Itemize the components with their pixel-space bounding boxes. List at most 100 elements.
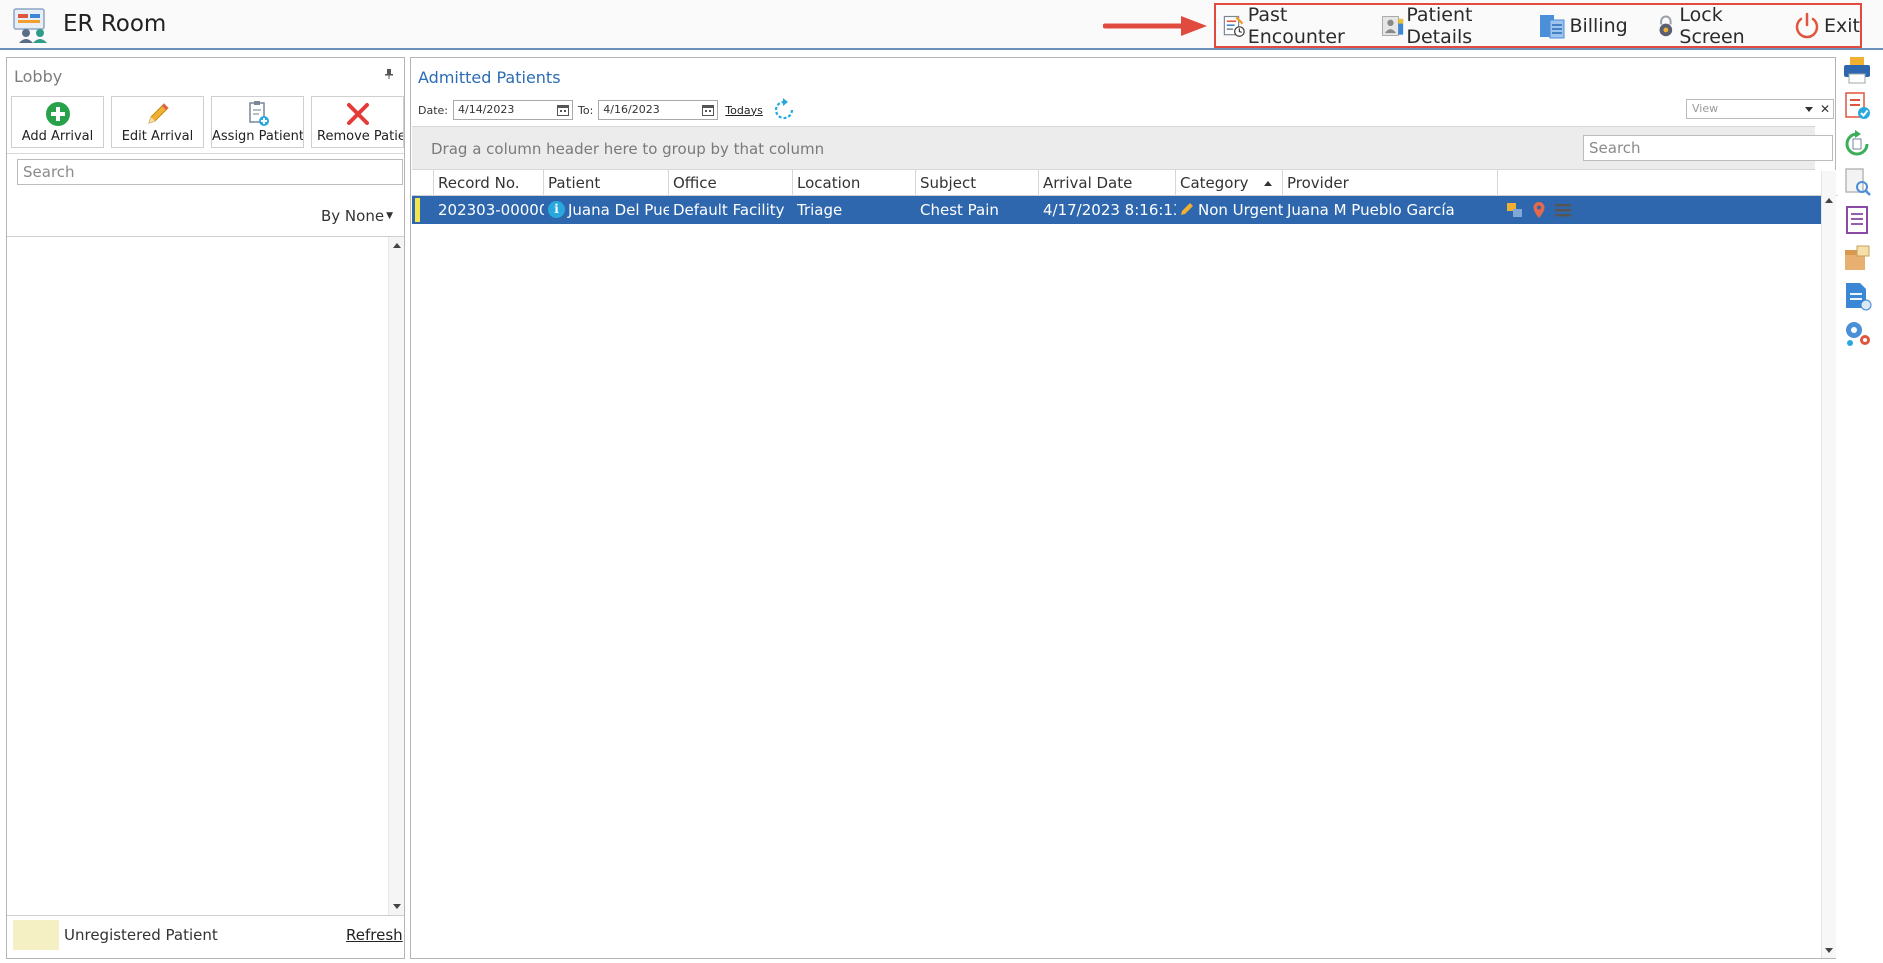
- lock-screen-label: Lock Screen: [1679, 3, 1745, 48]
- billing-label: Billing: [1569, 14, 1628, 37]
- calendar-icon[interactable]: [557, 104, 569, 116]
- history-button[interactable]: [1841, 128, 1877, 162]
- lobby-title: Lobby: [14, 67, 63, 86]
- row-actions: [1506, 200, 1578, 220]
- menu-icon[interactable]: [1554, 201, 1572, 219]
- cell-category: Non Urgent: [1176, 196, 1283, 224]
- remove-icon: [347, 103, 369, 125]
- clear-icon[interactable]: ✕: [1820, 100, 1830, 118]
- lobby-list[interactable]: [7, 236, 404, 916]
- lobby-search-input[interactable]: [17, 159, 403, 185]
- date-label: Date:: [418, 103, 448, 117]
- checklist-button[interactable]: [1841, 90, 1877, 124]
- scroll-up-icon[interactable]: [393, 243, 401, 248]
- notes-button[interactable]: [1841, 204, 1877, 238]
- refresh-icon[interactable]: [771, 97, 797, 123]
- group-hint: Drag a column header here to group by th…: [431, 140, 825, 158]
- exit-label: Exit: [1824, 14, 1860, 37]
- column-header-category[interactable]: Category: [1176, 170, 1283, 196]
- document-icon: [1846, 283, 1872, 311]
- row-status-marker: [415, 198, 420, 222]
- lock-icon: [1659, 15, 1672, 36]
- transfer-icon[interactable]: [1506, 201, 1524, 219]
- lobby-scrollbar[interactable]: [388, 237, 404, 915]
- past-encounter-label: Past Encounter: [1247, 3, 1345, 48]
- column-header-patient[interactable]: Patient: [544, 170, 669, 196]
- edit-arrival-label: Edit Arrival: [121, 129, 194, 144]
- exit-button[interactable]: Exit: [1792, 6, 1860, 46]
- calendar-icon[interactable]: [702, 104, 715, 116]
- settings-icon: [1846, 322, 1870, 346]
- lobby-panel: Lobby Add Arrival Edit Arrival Assign Pa…: [6, 57, 405, 959]
- document-search-icon: [1845, 168, 1871, 196]
- grid-search-input[interactable]: [1583, 135, 1833, 161]
- patient-details-label: Patient Details: [1406, 3, 1473, 48]
- power-icon: [1795, 12, 1819, 38]
- document-search-button[interactable]: [1841, 166, 1877, 200]
- lobby-toolbar: Add Arrival Edit Arrival Assign Patient …: [11, 96, 411, 148]
- print-button[interactable]: [1841, 54, 1877, 88]
- billing-icon: [1540, 14, 1565, 38]
- group-by-dropdown[interactable]: By None ▼: [321, 207, 393, 225]
- remove-patient-label: Remove Patient: [317, 129, 403, 144]
- info-icon[interactable]: i: [548, 200, 565, 218]
- chevron-down-icon: ▼: [386, 211, 393, 221]
- location-pin-icon[interactable]: [1530, 201, 1548, 219]
- past-encounter-button[interactable]: Past Encounter: [1222, 3, 1361, 48]
- grid-scrollbar[interactable]: [1821, 171, 1836, 958]
- patient-details-button[interactable]: Patient Details: [1381, 3, 1516, 48]
- pencil-icon: [148, 103, 169, 124]
- pin-icon[interactable]: [384, 69, 394, 79]
- refresh-link[interactable]: Refresh: [346, 926, 403, 944]
- column-header-category-label: Category: [1180, 174, 1249, 192]
- right-toolbar: [1841, 54, 1881, 354]
- admitted-patients-title: Admitted Patients: [418, 68, 561, 87]
- grid-header: Record No. Patient Office Location Subje…: [412, 170, 1838, 196]
- column-header-actions: [1498, 170, 1821, 196]
- column-header-subject[interactable]: Subject: [916, 170, 1039, 196]
- scroll-up-icon[interactable]: [1825, 198, 1833, 203]
- column-header-provider[interactable]: Provider: [1283, 170, 1498, 196]
- remove-patient-button[interactable]: Remove Patient: [311, 96, 404, 148]
- document-button[interactable]: [1841, 280, 1877, 314]
- edit-arrival-button[interactable]: Edit Arrival: [111, 96, 204, 148]
- assign-icon: [249, 101, 269, 126]
- table-row[interactable]: 202303-0000013 iJuana Del Pueblo Default…: [412, 196, 1821, 224]
- column-header-office[interactable]: Office: [669, 170, 793, 196]
- date-from-value: 4/14/2023: [458, 103, 515, 116]
- billing-button[interactable]: Billing: [1537, 6, 1628, 46]
- add-arrival-button[interactable]: Add Arrival: [11, 96, 104, 148]
- chevron-down-icon[interactable]: [1805, 107, 1813, 112]
- er-room-icon: [13, 8, 47, 43]
- column-header-location[interactable]: Location: [793, 170, 916, 196]
- patient-details-icon: [1381, 15, 1403, 36]
- scroll-down-icon[interactable]: [393, 904, 401, 909]
- row-indicator-header: [412, 170, 434, 196]
- package-button[interactable]: [1841, 242, 1877, 276]
- assign-patient-button[interactable]: Assign Patient: [211, 96, 304, 148]
- date-from-field[interactable]: 4/14/2023: [453, 100, 573, 120]
- todays-link[interactable]: Todays: [725, 104, 763, 117]
- to-label: To:: [578, 103, 594, 117]
- column-header-record-no[interactable]: Record No.: [434, 170, 544, 196]
- cell-office: Default Facility: [673, 201, 785, 219]
- scroll-down-icon[interactable]: [1825, 948, 1833, 953]
- group-by-area[interactable]: Drag a column header here to group by th…: [412, 126, 1833, 170]
- unregistered-legend-swatch: [13, 920, 59, 950]
- app-title: ER Room: [63, 11, 167, 37]
- column-header-arrival-date[interactable]: Arrival Date: [1039, 170, 1176, 196]
- er-room-window: ER Room Past Encounter Patient Details B…: [0, 0, 1883, 963]
- group-by-label: By None: [321, 207, 385, 225]
- cell-patient: iJuana Del Pueblo: [544, 196, 669, 224]
- settings-button[interactable]: [1841, 316, 1877, 350]
- date-to-value: 4/16/2023: [603, 103, 660, 116]
- sort-ascending-icon: [1264, 181, 1272, 186]
- view-select[interactable]: View ✕: [1686, 99, 1834, 119]
- date-to-field[interactable]: 4/16/2023: [598, 100, 719, 120]
- history-icon: [1845, 130, 1869, 156]
- cell-provider: Juana M Pueblo García: [1287, 201, 1455, 219]
- lock-screen-button[interactable]: Lock Screen: [1654, 3, 1770, 48]
- cell-arrival-date: 4/17/2023 8:16:13 AM: [1043, 201, 1176, 219]
- notes-icon: [1846, 206, 1868, 234]
- view-placeholder: View: [1692, 102, 1719, 115]
